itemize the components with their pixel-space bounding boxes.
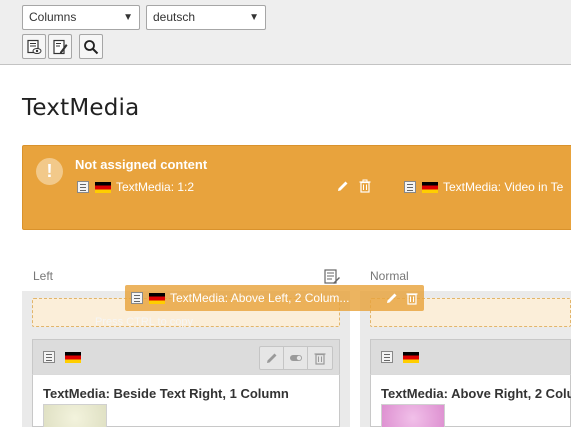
unassigned-item-label: TextMedia: 1:2 <box>116 180 195 194</box>
content-element-header <box>370 339 571 374</box>
edit-page-button[interactable] <box>48 34 72 59</box>
content-element-body[interactable]: TextMedia: Above Right, 2 Colum <box>370 374 571 427</box>
chevron-down-icon: ▼ <box>123 12 133 23</box>
content-element-icon <box>43 351 55 363</box>
content-element-actions <box>259 346 333 370</box>
trash-icon[interactable] <box>358 179 372 193</box>
column-label-left: Left <box>33 269 54 283</box>
toggle-visibility-button[interactable] <box>284 347 308 369</box>
unassigned-item[interactable]: TextMedia: 1:2 <box>77 178 194 196</box>
content-element-icon <box>131 292 143 304</box>
view-page-button[interactable] <box>22 34 46 59</box>
flag-de-icon <box>149 292 165 304</box>
unassigned-item[interactable]: TextMedia: Video in Te <box>404 178 563 196</box>
trash-icon <box>314 353 326 365</box>
flag-de-icon <box>422 181 438 193</box>
page-title: TextMedia <box>22 95 140 121</box>
language-select[interactable]: deutsch ▼ <box>146 5 266 30</box>
chevron-down-icon: ▼ <box>249 12 259 23</box>
image-thumbnail <box>43 404 107 427</box>
search-icon <box>84 39 99 54</box>
view-page-icon <box>27 39 42 54</box>
view-select-value: Columns <box>29 10 77 24</box>
module-toolbar: Columns ▼ deutsch ▼ <box>0 0 571 65</box>
unassigned-content-panel: ! Not assigned content TextMedia: 1:2 Te… <box>22 145 571 230</box>
content-element-icon <box>404 181 416 193</box>
trash-icon <box>406 293 418 305</box>
dragged-element-label: TextMedia: Above Left, 2 Colum... <box>170 291 350 305</box>
image-thumbnail <box>381 404 445 427</box>
content-element-title: TextMedia: Beside Text Right, 1 Column <box>43 386 289 401</box>
drop-zone-hint: Press CTRL to copy <box>95 316 194 328</box>
new-content-icon[interactable] <box>323 268 341 286</box>
content-element-header <box>32 339 340 374</box>
view-select[interactable]: Columns ▼ <box>22 5 140 30</box>
dragged-content-element[interactable]: TextMedia: Above Left, 2 Colum... <box>125 285 424 311</box>
flag-de-icon <box>95 181 111 193</box>
content-element-icon <box>77 181 89 193</box>
unassigned-item-label: TextMedia: Video in Te <box>443 180 564 194</box>
flag-de-icon <box>403 352 419 363</box>
flag-de-icon <box>65 352 81 363</box>
pencil-icon <box>387 293 397 303</box>
content-element-icon <box>381 351 393 363</box>
content-element-title: TextMedia: Above Right, 2 Colum <box>381 386 571 401</box>
unassigned-title: Not assigned content <box>75 157 208 172</box>
content-element-body[interactable]: TextMedia: Beside Text Right, 1 Column <box>32 374 340 427</box>
unassigned-item-actions <box>336 179 372 193</box>
edit-page-icon <box>53 39 68 54</box>
pencil-icon[interactable] <box>336 179 350 193</box>
delete-button[interactable] <box>308 347 332 369</box>
toggle-icon <box>289 355 302 361</box>
column-label-normal: Normal <box>370 269 409 283</box>
search-button[interactable] <box>79 34 103 59</box>
language-select-value: deutsch <box>153 10 196 24</box>
pencil-icon <box>266 353 276 363</box>
exclamation-icon: ! <box>36 158 63 185</box>
edit-button[interactable] <box>260 347 284 369</box>
dragged-element-actions <box>385 291 419 305</box>
